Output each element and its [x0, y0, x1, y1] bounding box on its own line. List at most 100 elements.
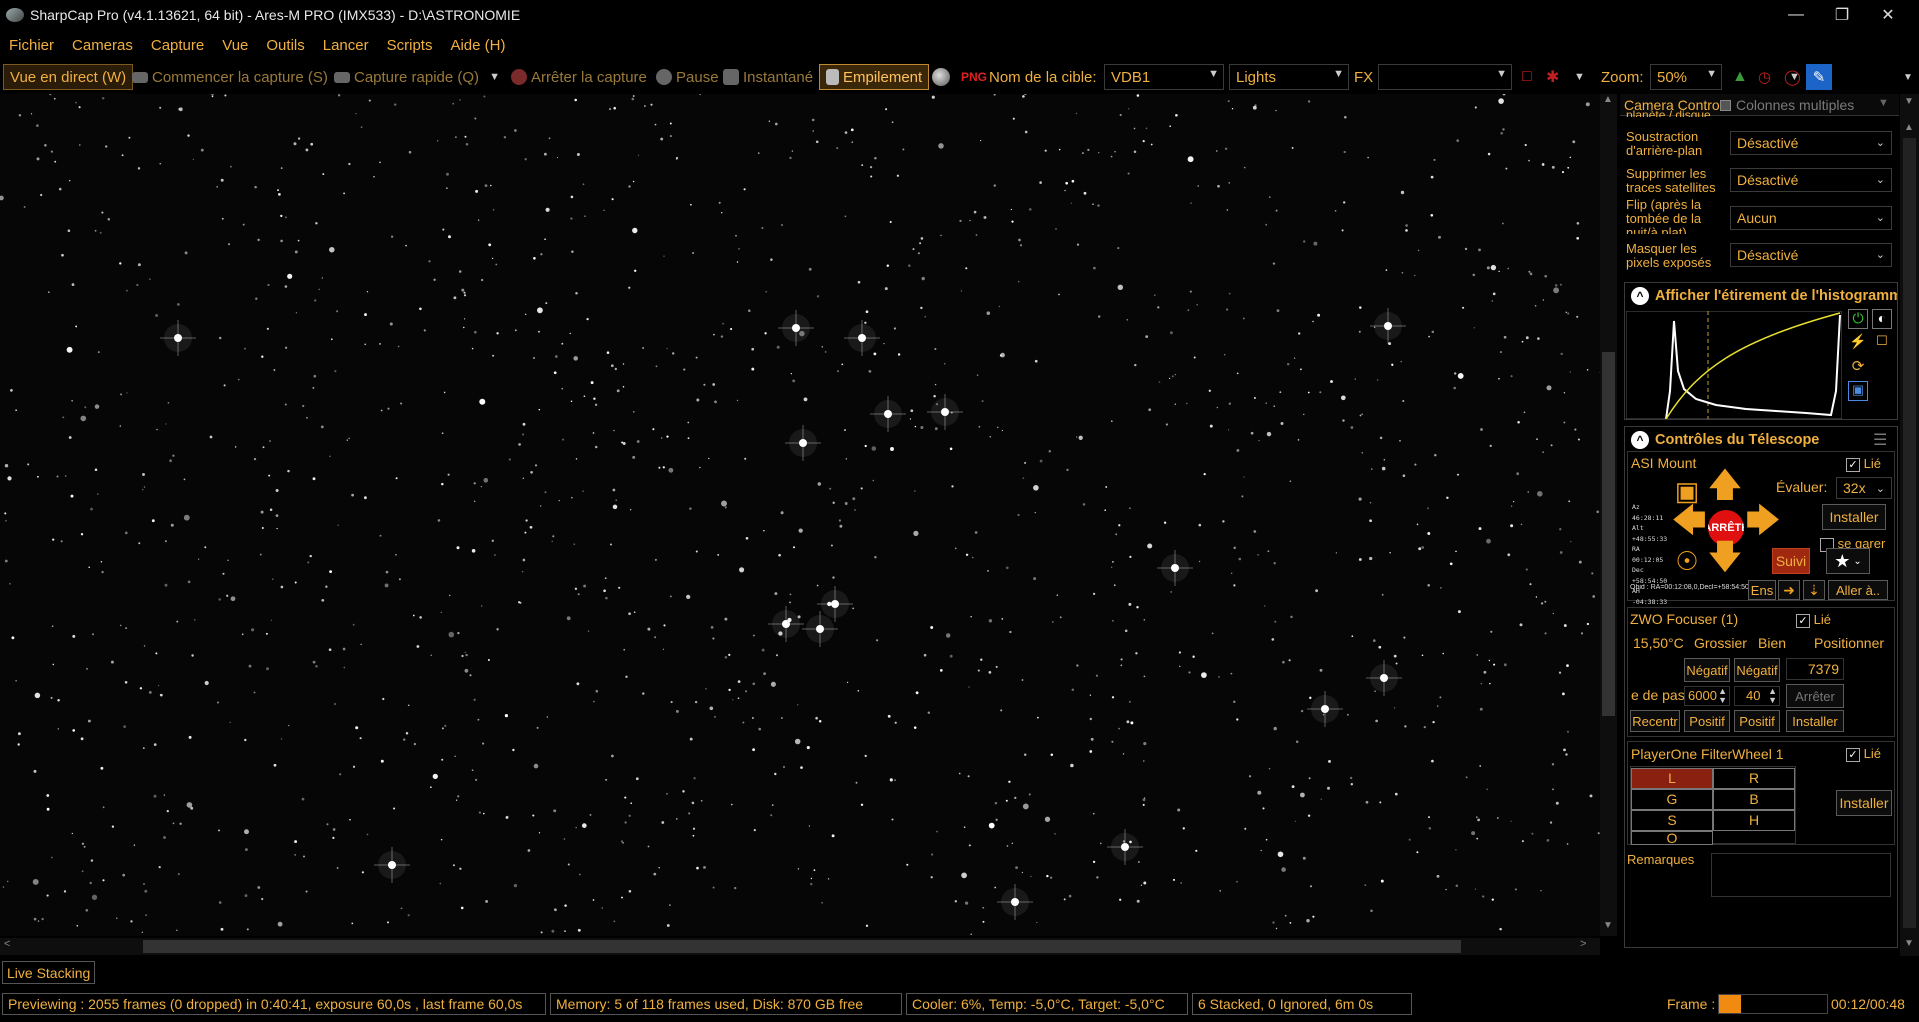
collapse-icon[interactable]: ^: [1631, 287, 1649, 305]
scroll-left-icon[interactable]: <: [4, 938, 10, 950]
panel-scrollbar[interactable]: ▼ ▲ ▼: [1900, 94, 1919, 956]
scroll-right-icon[interactable]: >: [1580, 938, 1586, 950]
power-icon[interactable]: ⏻: [1848, 309, 1868, 329]
collapse-icon[interactable]: ^: [1631, 431, 1649, 449]
star-icon[interactable]: ★ ⌄: [1826, 548, 1870, 574]
target-name-combo[interactable]: VDB1 ▼: [1104, 64, 1224, 90]
reset-icon[interactable]: ⟳: [1848, 357, 1868, 377]
tracking-button[interactable]: Suivi: [1772, 548, 1810, 574]
stop-capture-button[interactable]: Arrêter la capture: [511, 64, 647, 90]
pause-button[interactable]: Pause: [656, 64, 719, 90]
mask-exposed-select[interactable]: Désactivé ⌄: [1730, 243, 1892, 267]
histogram-header[interactable]: ^ Afficher l'étirement de l'histogramme: [1631, 287, 1897, 305]
background-subtraction-select[interactable]: Désactivé ⌄: [1730, 131, 1892, 155]
filter-L-button[interactable]: L: [1631, 768, 1713, 789]
image-horizontal-scrollbar[interactable]: < >: [0, 938, 1600, 955]
flip-select[interactable]: Aucun ⌄: [1730, 206, 1892, 230]
arrow-up-icon[interactable]: 🡅: [1706, 466, 1744, 508]
toolbar-overflow-icon[interactable]: ▼: [1903, 64, 1913, 90]
menu-vue[interactable]: Vue: [213, 37, 257, 54]
filter-H-button[interactable]: H: [1713, 810, 1795, 831]
png-icon[interactable]: PNG: [961, 64, 987, 90]
histogram-graph[interactable]: [1626, 311, 1842, 419]
live-stacking-tab[interactable]: Live Stacking: [2, 961, 96, 984]
contrast-icon[interactable]: ◐: [1872, 309, 1892, 329]
selection-icon[interactable]: □: [1522, 64, 1532, 90]
filterwheel-linked-checkbox[interactable]: ✓ Lié: [1846, 746, 1881, 762]
notes-textarea[interactable]: [1711, 853, 1891, 897]
scroll-thumb[interactable]: [143, 940, 1461, 953]
coarse-positive-button[interactable]: Positif: [1684, 710, 1730, 732]
target-icon[interactable]: ☉: [1668, 542, 1706, 580]
pin-icon[interactable]: ▼: [1904, 96, 1914, 107]
menu-outils[interactable]: Outils: [257, 37, 313, 54]
arrow-down-icon[interactable]: 🡇: [1706, 538, 1744, 580]
timer-icon[interactable]: ◷: [1758, 64, 1771, 90]
live-image-view[interactable]: [0, 94, 1604, 936]
crosshair-icon[interactable]: ✱: [1546, 64, 1559, 90]
live-view-button[interactable]: Vue en direct (W): [3, 64, 134, 90]
filter-R-button[interactable]: R: [1713, 768, 1795, 789]
arrow-right-icon[interactable]: 🡆: [1744, 502, 1782, 544]
fx-combo[interactable]: ▼: [1378, 64, 1512, 90]
menu-fichier[interactable]: Fichier: [0, 37, 63, 54]
stepper-icon[interactable]: ▲ ▼: [1768, 687, 1777, 705]
fine-step-input[interactable]: 40 ▲ ▼: [1734, 686, 1780, 706]
stepper-icon[interactable]: ▲ ▼: [1718, 687, 1727, 705]
menu-capture[interactable]: Capture: [142, 37, 213, 54]
start-capture-button[interactable]: Commencer la capture (S): [132, 64, 328, 90]
frame-type-combo[interactable]: Lights ▼: [1229, 64, 1349, 90]
rate-select[interactable]: 32x ⌄: [1836, 477, 1892, 499]
image-vertical-scrollbar[interactable]: ▲ ▼: [1600, 94, 1617, 936]
menu-lancer[interactable]: Lancer: [314, 37, 378, 54]
chevron-down-icon[interactable]: ▼: [1789, 64, 1800, 90]
telescope-header[interactable]: ^ Contrôles du Télescope: [1631, 431, 1819, 449]
focuser-stop-button[interactable]: Arrêter: [1786, 684, 1844, 708]
lock-icon[interactable]: ☐: [1872, 333, 1892, 353]
minimize-icon[interactable]: —: [1773, 0, 1819, 30]
scroll-up-icon[interactable]: ▲: [1904, 122, 1914, 133]
mount-linked-checkbox[interactable]: ✓ Lié: [1846, 456, 1881, 472]
menu-icon[interactable]: ☰: [1873, 430, 1887, 450]
zoom-combo[interactable]: 50% ▼: [1650, 64, 1722, 90]
lightning-icon[interactable]: ⚡: [1848, 333, 1868, 353]
moon-icon[interactable]: [932, 68, 950, 86]
scroll-down-icon[interactable]: ▼: [1904, 938, 1914, 949]
position-value[interactable]: 7379: [1786, 658, 1844, 680]
arrow-right-icon[interactable]: ➜: [1778, 580, 1800, 600]
mount-install-button[interactable]: Installer: [1822, 504, 1886, 530]
filterwheel-install-button[interactable]: Installer: [1836, 790, 1892, 816]
scroll-thumb[interactable]: [1903, 138, 1916, 928]
stacking-button[interactable]: Empilement: [819, 64, 930, 90]
coarse-negative-button[interactable]: Négatif: [1684, 658, 1730, 682]
focuser-install-button[interactable]: Installer: [1786, 710, 1844, 732]
coarse-step-input[interactable]: 6000 ▲ ▼: [1684, 686, 1730, 706]
recenter-button[interactable]: Recentr: [1630, 710, 1680, 732]
snapshot-button[interactable]: Instantané: [723, 64, 813, 90]
histogram-icon[interactable]: ▲: [1732, 64, 1748, 90]
menu-aide[interactable]: Aide (H): [441, 37, 514, 54]
scroll-up-icon[interactable]: ▲: [1603, 94, 1613, 105]
focuser-linked-checkbox[interactable]: ✓ Lié: [1796, 612, 1831, 628]
pin-icon[interactable]: ▼: [1878, 97, 1889, 109]
arrow-left-icon[interactable]: 🡄: [1670, 502, 1708, 544]
close-icon[interactable]: ✕: [1865, 0, 1911, 30]
filter-O-button[interactable]: O: [1631, 831, 1713, 845]
arrow-down-icon[interactable]: ⇣: [1803, 580, 1825, 600]
brush-icon[interactable]: ✎: [1806, 64, 1832, 90]
fine-negative-button[interactable]: Négatif: [1734, 658, 1780, 682]
chevron-down-icon[interactable]: ▼: [1574, 64, 1585, 90]
quick-capture-button[interactable]: Capture rapide (Q) ▼: [334, 64, 500, 90]
menu-scripts[interactable]: Scripts: [378, 37, 442, 54]
menu-cameras[interactable]: Cameras: [63, 37, 142, 54]
scroll-thumb[interactable]: [1602, 352, 1615, 716]
filter-B-button[interactable]: B: [1713, 789, 1795, 810]
filter-G-button[interactable]: G: [1631, 789, 1713, 810]
scroll-down-icon[interactable]: ▼: [1603, 920, 1613, 931]
goto-button[interactable]: Aller à..: [1828, 580, 1888, 600]
mount-set-button[interactable]: Ens: [1748, 580, 1776, 600]
save-icon[interactable]: ▣: [1848, 381, 1868, 401]
maximize-icon[interactable]: ❐: [1819, 0, 1865, 30]
satellite-trails-select[interactable]: Désactivé ⌄: [1730, 168, 1892, 192]
chevron-down-icon[interactable]: ▼: [489, 71, 500, 83]
